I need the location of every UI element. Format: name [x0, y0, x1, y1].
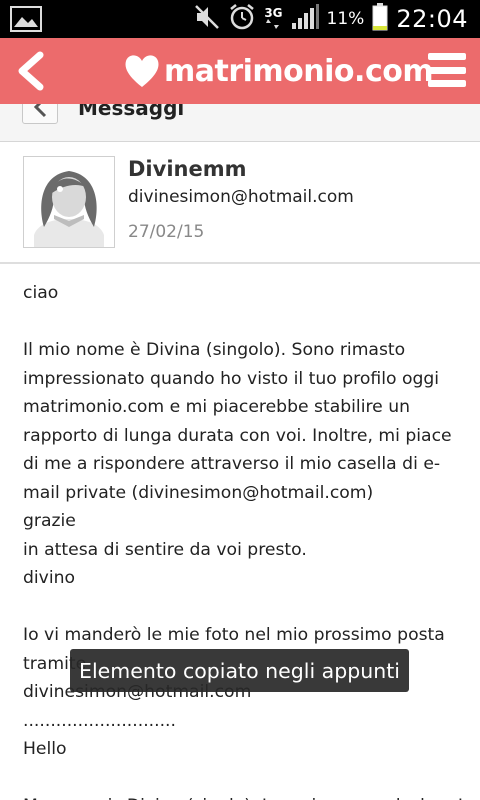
message-date: 27/02/15: [128, 222, 205, 242]
avatar[interactable]: [23, 156, 115, 248]
brand-name: matrimonio.com: [164, 53, 434, 89]
message-paragraph: Il mio nome è Divina (singolo). Sono rim…: [23, 340, 452, 588]
app-bar: matrimonio.com: [0, 38, 480, 104]
clock: 22:04: [396, 5, 468, 33]
signal-icon: [291, 4, 319, 34]
sender-name[interactable]: Divinemm: [128, 157, 246, 181]
page-title: Messaggi: [78, 104, 185, 120]
message-paragraph: ciao: [23, 283, 59, 303]
battery-icon: [372, 3, 388, 35]
status-bar: 3G 11% 22:04: [0, 0, 480, 38]
message-body[interactable]: ciao Il mio nome è Divina (singolo). Son…: [23, 279, 463, 800]
back-button[interactable]: [12, 50, 52, 92]
heart-icon: [125, 55, 159, 87]
network-type: 3G: [264, 7, 283, 31]
message-paragraph: My name is Divina (single). I was impres…: [23, 792, 463, 800]
brand-logo[interactable]: matrimonio.com: [122, 44, 434, 98]
gallery-icon: [10, 6, 42, 32]
message-paragraph: Io vi manderò le mie foto nel mio prossi…: [23, 625, 445, 759]
section-header: Messaggi: [0, 104, 480, 142]
sender-card: Divinemm divinesimon@hotmail.com 27/02/1…: [0, 143, 480, 264]
alarm-icon: [228, 3, 256, 35]
default-female-avatar-icon: [24, 157, 114, 247]
battery-percent: 11%: [326, 9, 365, 29]
mute-icon: [194, 4, 220, 34]
chevron-left-icon: [33, 104, 47, 118]
chevron-left-icon: [18, 51, 44, 91]
sender-email: divinesimon@hotmail.com: [128, 187, 354, 207]
hamburger-icon: [428, 53, 466, 60]
menu-button[interactable]: [428, 53, 466, 87]
toast-notification: Elemento copiato negli appunti: [70, 649, 409, 692]
toast-text: Elemento copiato negli appunti: [79, 658, 400, 683]
section-back-button[interactable]: [22, 104, 58, 124]
